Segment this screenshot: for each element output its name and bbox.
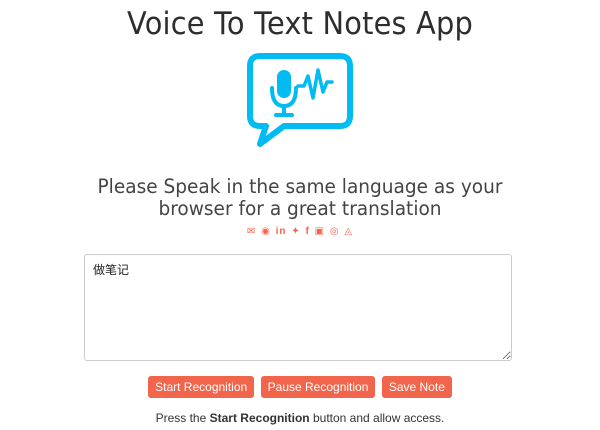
facebook-icon[interactable]: f: [305, 226, 309, 238]
instructions-suffix: button and allow access.: [309, 411, 445, 425]
instagram-icon[interactable]: ◎: [330, 226, 340, 238]
pause-recognition-button[interactable]: Pause Recognition: [260, 376, 376, 398]
action-buttons: Start Recognition Pause Recognition Save…: [0, 376, 600, 398]
save-note-button[interactable]: Save Note: [381, 376, 452, 398]
page-title: Voice To Text Notes App: [127, 6, 473, 42]
github-icon[interactable]: ◉: [261, 226, 271, 238]
note-textarea[interactable]: 做笔记: [84, 254, 512, 361]
youtube-icon[interactable]: ▣: [315, 226, 325, 238]
language-hint: Please Speak in the same language as you…: [72, 176, 528, 220]
linkedin-icon[interactable]: in: [276, 226, 287, 238]
start-recognition-button[interactable]: Start Recognition: [148, 376, 255, 398]
other-social-icon[interactable]: ◬: [344, 226, 353, 238]
language-hint-line2: browser for a great translation: [158, 197, 442, 220]
social-links: ✉ ◉ in ✦ f ▣ ◎ ◬: [0, 226, 600, 238]
instructions-prefix: Press the: [155, 411, 210, 425]
instructions-bold: Start Recognition: [209, 411, 310, 425]
microphone-speech-bubble-icon: [247, 53, 353, 147]
twitter-icon[interactable]: ✦: [291, 226, 300, 238]
email-icon[interactable]: ✉: [247, 226, 256, 238]
language-hint-line1: Please Speak in the same language as you…: [97, 175, 503, 198]
instructions-text: Press the Start Recognition button and a…: [0, 411, 600, 425]
